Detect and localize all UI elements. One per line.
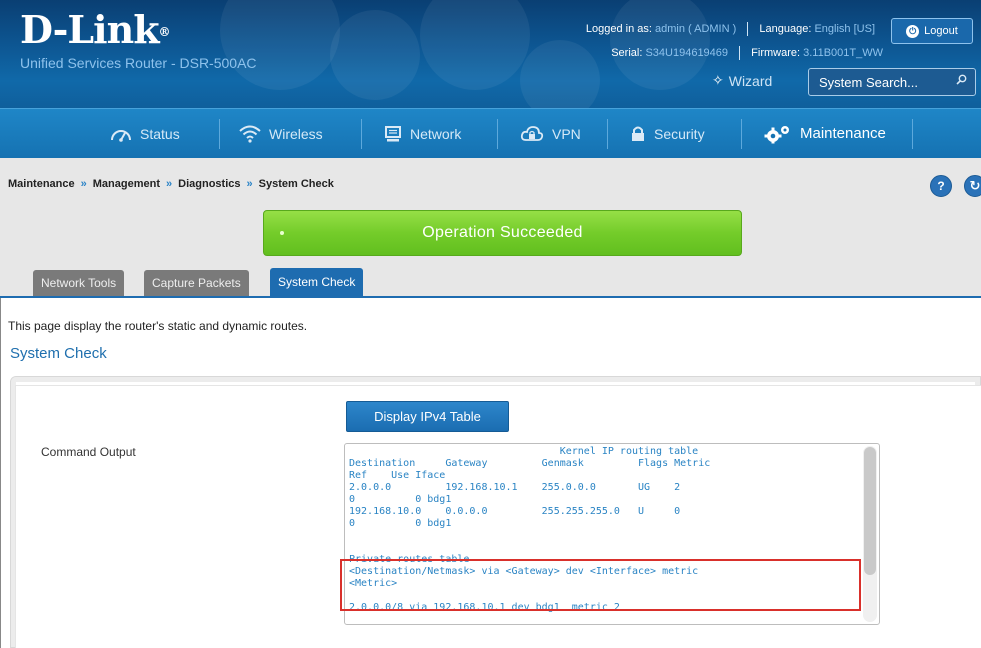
monitor-icon bbox=[384, 125, 402, 143]
display-ipv4-table-button[interactable]: Display IPv4 Table bbox=[346, 401, 509, 432]
tab-label: System Check bbox=[278, 275, 356, 289]
dlink-logo: D-Link® bbox=[20, 7, 171, 52]
page-header: D-Link® Unified Services Router - DSR-50… bbox=[0, 0, 981, 108]
tab-label: Capture Packets bbox=[152, 276, 241, 290]
cloud-lock-icon bbox=[520, 125, 544, 143]
serial-value: S34U194619469 bbox=[645, 46, 729, 59]
main-nav: Status Wireless Network VPN Security Mai… bbox=[0, 108, 981, 158]
logged-in-label: Logged in as: bbox=[585, 22, 652, 35]
firmware-value: 3.11B001T_WW bbox=[803, 46, 883, 59]
search-icon[interactable] bbox=[956, 74, 967, 88]
breadcrumb-separator: » bbox=[246, 178, 253, 190]
breadcrumb-item[interactable]: Management bbox=[93, 178, 160, 190]
header-decoration bbox=[520, 40, 600, 108]
left-border bbox=[0, 298, 1, 648]
gears-icon bbox=[764, 124, 792, 144]
help-icon: ? bbox=[937, 179, 945, 193]
nav-divider bbox=[497, 119, 498, 149]
nav-status-label: Status bbox=[140, 125, 180, 142]
header-decoration bbox=[220, 0, 340, 90]
wizard-wand-icon: ✧ bbox=[712, 72, 724, 88]
firmware-label: Firmware: bbox=[751, 46, 801, 59]
product-name: Unified Services Router - DSR-500AC bbox=[20, 55, 257, 71]
scrollbar-thumb[interactable] bbox=[864, 447, 876, 575]
breadcrumb: Maintenance » Management » Diagnostics » Syste… bbox=[8, 178, 334, 190]
nav-maintenance-label: Maintenance bbox=[800, 125, 886, 142]
nav-security[interactable]: Security bbox=[630, 109, 705, 158]
header-decoration bbox=[330, 10, 420, 100]
device-info: Serial: S34U194619469 Firmware: 3.11B001… bbox=[611, 46, 883, 60]
nav-vpn-label: VPN bbox=[552, 125, 581, 142]
system-search-input[interactable]: System Search... bbox=[808, 68, 976, 96]
refresh-button[interactable]: ↻ bbox=[964, 175, 981, 197]
operation-status-banner: Operation Succeeded bbox=[263, 210, 742, 256]
section-title: System Check bbox=[10, 345, 107, 362]
divider bbox=[739, 46, 741, 60]
divider bbox=[747, 22, 749, 36]
language-value[interactable]: English [US] bbox=[814, 23, 875, 35]
nav-wireless-label: Wireless bbox=[269, 125, 323, 142]
logout-button[interactable]: ⏻ Logout bbox=[891, 18, 973, 44]
nav-network[interactable]: Network bbox=[384, 109, 461, 158]
wifi-icon bbox=[239, 125, 261, 143]
wizard-label: Wizard bbox=[728, 72, 773, 89]
breadcrumb-item: System Check bbox=[258, 178, 334, 190]
status-message: Operation Succeeded bbox=[422, 224, 583, 241]
highlight-box bbox=[340, 559, 861, 611]
nav-status[interactable]: Status bbox=[110, 109, 180, 158]
power-icon: ⏻ bbox=[906, 24, 920, 38]
header-decoration bbox=[610, 0, 710, 90]
bullet-icon bbox=[280, 231, 284, 235]
tab-underline bbox=[0, 296, 981, 298]
refresh-icon: ↻ bbox=[969, 178, 981, 193]
language-label: Language: bbox=[759, 22, 812, 35]
nav-maintenance[interactable]: Maintenance bbox=[764, 109, 886, 158]
serial-label: Serial: bbox=[611, 46, 643, 59]
breadcrumb-separator: » bbox=[80, 178, 87, 190]
nav-divider bbox=[219, 119, 220, 149]
page-description: This page display the router's static an… bbox=[8, 319, 308, 333]
tab-capture-packets[interactable]: Capture Packets bbox=[144, 270, 249, 296]
nav-divider bbox=[912, 119, 913, 149]
breadcrumb-item[interactable]: Maintenance bbox=[8, 178, 75, 190]
lock-icon bbox=[630, 125, 646, 143]
tab-network-tools[interactable]: Network Tools bbox=[33, 270, 125, 296]
tab-label: Network Tools bbox=[41, 276, 117, 290]
logged-in-user: admin ( ADMIN ) bbox=[654, 22, 737, 35]
nav-wireless[interactable]: Wireless bbox=[239, 109, 323, 158]
breadcrumb-item[interactable]: Diagnostics bbox=[178, 178, 240, 190]
nav-divider bbox=[361, 119, 362, 149]
gauge-icon bbox=[110, 126, 132, 142]
nav-divider bbox=[741, 119, 742, 149]
breadcrumb-area: Maintenance » Management » Diagnostics » Syste… bbox=[0, 158, 981, 296]
help-button[interactable]: ? bbox=[930, 175, 952, 197]
search-placeholder: System Search... bbox=[819, 74, 918, 90]
login-info: Logged in as: admin ( ADMIN ) Language: … bbox=[586, 22, 875, 36]
tab-system-check[interactable]: System Check bbox=[270, 268, 364, 296]
header-decoration bbox=[420, 0, 530, 90]
nav-divider bbox=[607, 119, 608, 149]
command-output-label: Command Output bbox=[41, 445, 136, 459]
wizard-link[interactable]: ✧ Wizard bbox=[712, 72, 772, 89]
nav-security-label: Security bbox=[654, 125, 705, 142]
breadcrumb-separator: » bbox=[166, 178, 173, 190]
logout-label: Logout bbox=[924, 25, 958, 37]
nav-network-label: Network bbox=[410, 125, 462, 142]
nav-vpn[interactable]: VPN bbox=[520, 109, 581, 158]
